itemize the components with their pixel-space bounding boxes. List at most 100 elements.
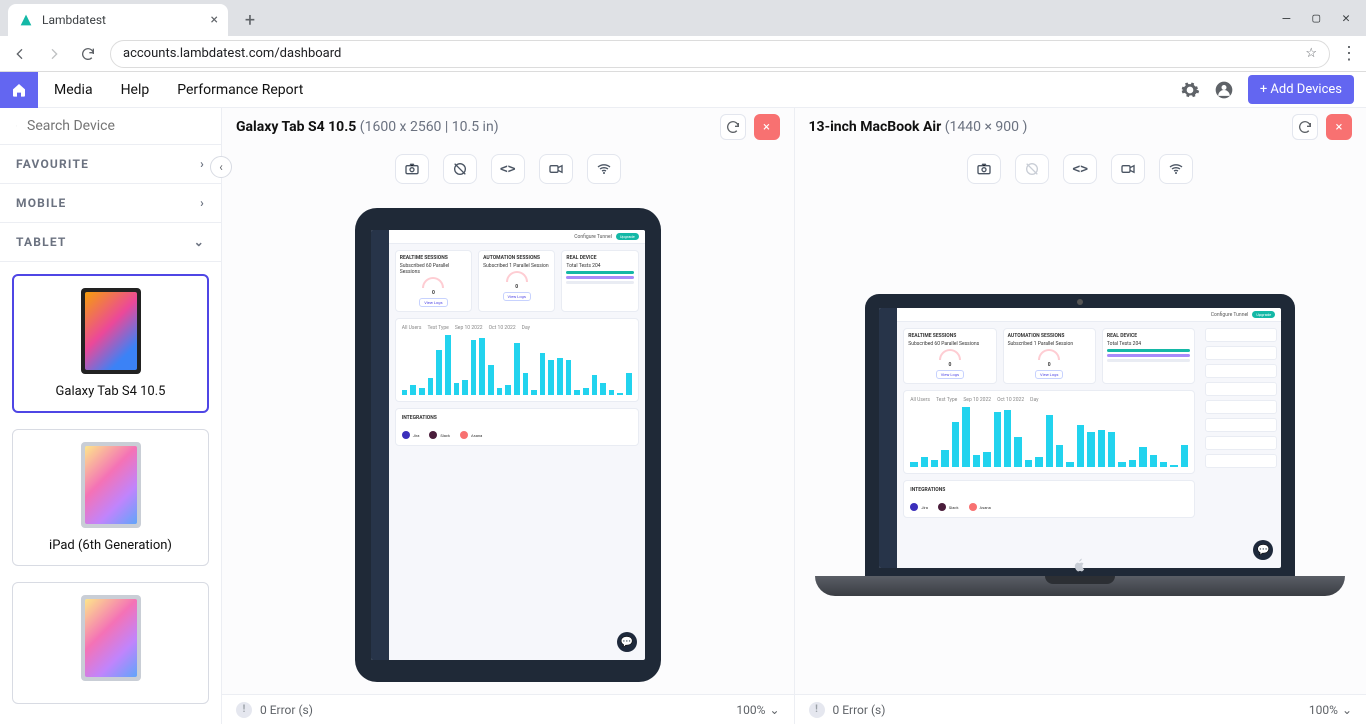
device-thumb: [81, 442, 141, 528]
tablet-frame: Configure Tunnel Upgrade REALTIME SESSIO…: [355, 208, 661, 682]
home-button[interactable]: [0, 72, 38, 108]
close-tab-icon[interactable]: ×: [211, 12, 218, 28]
device-card[interactable]: [12, 582, 209, 704]
record-button[interactable]: [539, 154, 573, 184]
configure-tunnel: Configure Tunnel: [1211, 312, 1249, 318]
forward-button[interactable]: [42, 42, 66, 66]
pane-device-name: 13-inch MacBook Air: [809, 119, 942, 135]
device-search[interactable]: [0, 108, 221, 145]
account-button[interactable]: [1214, 80, 1234, 100]
new-tab-button[interactable]: +: [236, 6, 264, 34]
rotate-button: [1015, 154, 1049, 184]
card-value: 0: [948, 362, 951, 368]
user-icon: [1214, 80, 1234, 100]
bookmark-star-icon[interactable]: ☆: [1305, 46, 1317, 61]
chevron-right-icon: ›: [200, 196, 205, 210]
browser-menu-button[interactable]: ⋮: [1340, 43, 1358, 64]
close-window-icon[interactable]: ✕: [1342, 11, 1350, 26]
refresh-pane-button[interactable]: [720, 114, 746, 140]
card-btn: View Logs: [419, 298, 447, 307]
device-card-galaxy-tab[interactable]: Galaxy Tab S4 10.5: [12, 274, 209, 413]
settings-button[interactable]: [1180, 80, 1200, 100]
close-pane-button[interactable]: ×: [1326, 114, 1352, 140]
category-label: TABLET: [16, 235, 67, 249]
device-thumb: [81, 595, 141, 681]
devtools-button[interactable]: <>: [1063, 154, 1097, 184]
category-mobile[interactable]: MOBILE ›: [0, 184, 221, 223]
wifi-icon: [1168, 161, 1184, 177]
network-button[interactable]: [587, 154, 621, 184]
card-title: AUTOMATION SESSIONS: [483, 255, 550, 261]
sidebar-collapse-button[interactable]: ‹: [210, 156, 232, 178]
code-icon: <>: [500, 162, 516, 177]
devtools-button[interactable]: <>: [491, 154, 525, 184]
record-button[interactable]: [1111, 154, 1145, 184]
pane-title: Galaxy Tab S4 10.5 (1600 x 2560 | 10.5 i…: [236, 119, 499, 135]
device-list: Galaxy Tab S4 10.5 iPad (6th Generation): [0, 262, 221, 716]
add-devices-button[interactable]: + Add Devices: [1248, 75, 1354, 104]
address-bar[interactable]: accounts.lambdatest.com/dashboard ☆: [110, 40, 1330, 68]
card-btn: View Logs: [1035, 370, 1063, 379]
reload-button[interactable]: [76, 42, 100, 66]
laptop-screen[interactable]: Configure Tunnel Upgrade REALTIME: [879, 308, 1281, 568]
pane-dims: (1440 × 900 ): [945, 119, 1028, 135]
int-slack: Slack: [949, 505, 959, 510]
chat-bubble-icon[interactable]: 💬: [617, 632, 637, 652]
zoom-value: 100%: [736, 703, 765, 717]
chevron-down-icon: ⌄: [769, 703, 779, 717]
minimize-icon[interactable]: —: [1283, 11, 1291, 26]
tablet-screen[interactable]: Configure Tunnel Upgrade REALTIME SESSIO…: [371, 230, 645, 660]
card-title: REALTIME SESSIONS: [908, 333, 991, 339]
search-input[interactable]: [27, 118, 205, 134]
wifi-icon: [596, 161, 612, 177]
video-icon: [1120, 161, 1136, 177]
back-button[interactable]: [8, 42, 32, 66]
chevron-down-icon: ⌄: [194, 235, 205, 249]
refresh-icon: [1297, 119, 1313, 135]
device-card-ipad6[interactable]: iPad (6th Generation): [12, 429, 209, 566]
nav-performance[interactable]: Performance Report: [177, 82, 303, 98]
pane-device-name: Galaxy Tab S4 10.5: [236, 119, 356, 135]
close-icon: ×: [1336, 120, 1343, 135]
device-toolbar: <>: [795, 146, 1366, 196]
laptop-frame: Configure Tunnel Upgrade REALTIME: [815, 294, 1345, 596]
zoom-selector[interactable]: 100% ⌄: [736, 703, 779, 717]
filter-gran: Day: [1030, 397, 1038, 403]
viewports-area: Galaxy Tab S4 10.5 (1600 x 2560 | 10.5 i…: [222, 108, 1366, 724]
filter-gran: Day: [522, 325, 530, 331]
int-slack: Slack: [440, 433, 450, 438]
category-tablet[interactable]: TABLET ⌄: [0, 223, 221, 262]
nav-media[interactable]: Media: [54, 82, 93, 98]
camera-icon: [976, 161, 992, 177]
filter-to: Oct 10 2022: [997, 397, 1024, 403]
browser-tab-title: Lambdatest: [42, 13, 106, 27]
integrations-label: INTEGRATIONS: [402, 415, 632, 421]
usage-bar-chart: [402, 335, 632, 395]
card-title: REALTIME SESSIONS: [400, 255, 467, 261]
screenshot-button[interactable]: [395, 154, 429, 184]
close-pane-button[interactable]: ×: [754, 114, 780, 140]
network-button[interactable]: [1159, 154, 1193, 184]
card-sub: Total Tests 204: [566, 263, 633, 269]
error-badge[interactable]: ! 0 Error (s): [236, 702, 313, 718]
filter-type: Test Type: [427, 325, 448, 331]
rotate-button[interactable]: [443, 154, 477, 184]
upgrade-pill: Upgrade: [1252, 311, 1275, 318]
browser-tab-strip: Lambdatest × + — ▢ ✕: [0, 0, 1366, 36]
refresh-pane-button[interactable]: [1292, 114, 1318, 140]
browser-tab[interactable]: Lambdatest ×: [8, 4, 228, 36]
error-icon: !: [236, 702, 252, 718]
filter-type: Test Type: [936, 397, 957, 403]
filter-to: Oct 10 2022: [489, 325, 516, 331]
category-favourite[interactable]: FAVOURITE ›: [0, 145, 221, 184]
screenshot-button[interactable]: [967, 154, 1001, 184]
nav-help[interactable]: Help: [121, 82, 150, 98]
maximize-icon[interactable]: ▢: [1312, 11, 1320, 26]
error-badge[interactable]: ! 0 Error (s): [809, 702, 886, 718]
int-jira: Jira: [413, 433, 420, 438]
card-sub: Subscribed 1 Parallel Session: [483, 263, 550, 269]
pane-dims: (1600 x 2560 | 10.5 in): [360, 119, 499, 135]
error-count: 0 Error (s): [260, 703, 313, 717]
zoom-selector[interactable]: 100% ⌄: [1309, 703, 1352, 717]
configure-tunnel: Configure Tunnel: [574, 234, 612, 240]
